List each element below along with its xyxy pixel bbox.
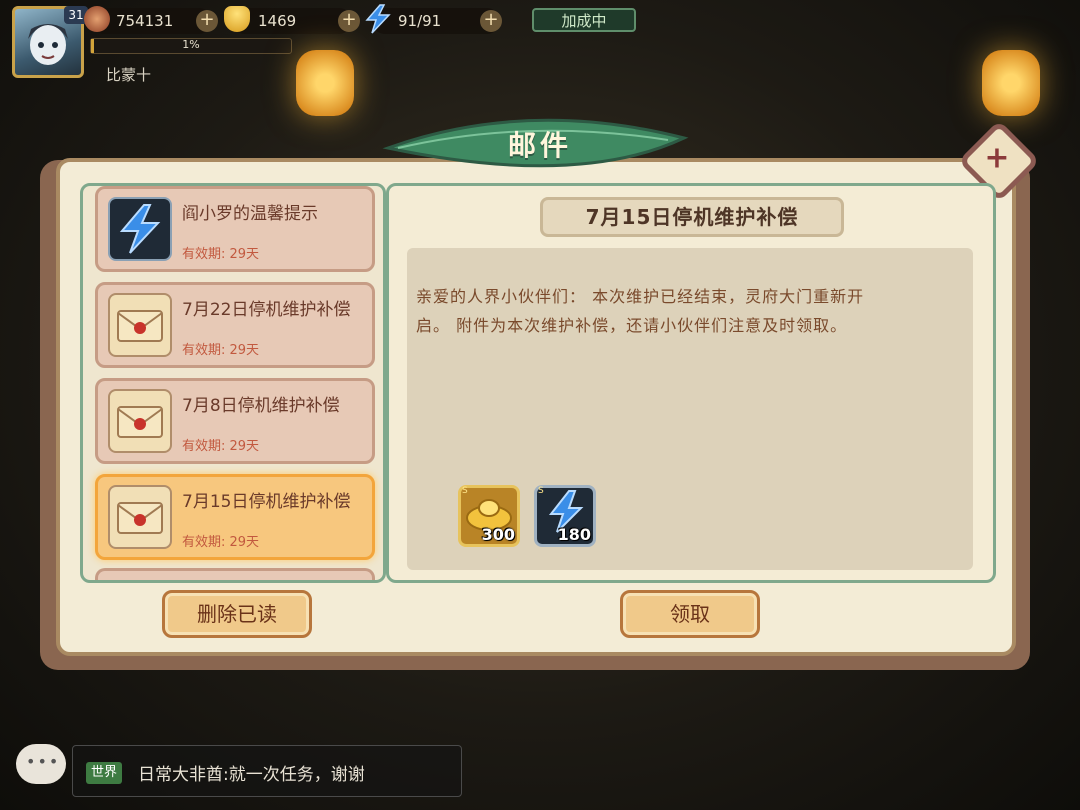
exp-bar: 1% [90,38,292,54]
mail-list-item[interactable]: 阎小罗的温馨提示 有效期: 29天 [95,186,375,272]
mail-item-title: 7月8日停机维护补偿 [182,396,340,416]
mail-subject: 7月15日停机维护补偿 [540,197,844,237]
envelope-icon [108,293,172,357]
mail-list-item[interactable]: 7月22日停机维护补偿 有效期: 29天 [95,282,375,368]
delete-read-button[interactable]: 删除已读 [162,590,312,638]
envelope-icon [108,485,172,549]
lightning-icon [365,4,391,34]
lightning-icon [108,197,172,261]
mail-body-line: 亲爱的人界小伙伴们： 本次维护已经结束，灵府大门重新开 [416,287,865,306]
attachment-tag-icon: S [462,486,468,496]
mail-list[interactable]: 阎小罗的温馨提示 有效期: 29天 7月22日停机维护补偿 有效期: 29天 7… [80,183,386,583]
mail-title: 邮件 [507,129,572,162]
mail-item-title: 7月15日停机维护补偿 [182,492,351,512]
mail-item-title: 阎小罗的温馨提示 [182,204,318,224]
attachment-count: 300 [481,525,515,544]
energy-value: 91/91 [398,12,442,30]
attachment-gold-ingot[interactable]: S 300 [458,485,520,547]
coins-value: 754131 [116,12,174,30]
gold-ingot-value: 1469 [258,12,297,30]
coins-display: 754131 [92,8,212,34]
claim-button[interactable]: 领取 [620,590,760,638]
mail-item-expiry: 有效期: 29天 [182,247,260,262]
chat-message: 日常大非酋:就一次任务，谢谢 [138,765,365,785]
envelope-icon [108,389,172,453]
mail-item-expiry: 有效期: 29天 [182,535,260,550]
add-coins-button[interactable]: + [196,10,218,32]
exp-percent: 1% [182,38,200,51]
chat-bubble-icon[interactable]: ••• [16,744,66,784]
lantern-decoration [982,50,1040,116]
mail-list-item-selected[interactable]: 7月15日停机维护补偿 有效期: 29天 [95,474,375,560]
attachment-tag-icon: S [538,486,544,496]
attachment-energy[interactable]: S 180 [534,485,596,547]
bonus-status-badge[interactable]: 加成中 [532,8,636,32]
mail-item-expiry: 有效期: 29天 [182,343,260,358]
gold-ingot-icon [224,6,250,32]
attachment-count: 180 [557,525,591,544]
mail-body-text: 亲爱的人界小伙伴们： 本次维护已经结束，灵府大门重新开 启。 附件为本次维护补偿… [416,282,968,340]
player-name: 比蒙十 [106,66,152,84]
mail-item-title: 7月22日停机维护补偿 [182,300,351,320]
mail-list-item[interactable]: 7月8日停机维护补偿 有效期: 29天 [95,378,375,464]
coin-icon [84,6,110,32]
lantern-decoration [296,50,354,116]
chat-channel-badge: 世界 [86,762,123,784]
mail-list-item[interactable] [95,568,375,580]
add-gold-button[interactable]: + [338,10,360,32]
gold-ingot-display: 1469 [232,8,352,34]
mail-item-expiry: 有效期: 29天 [182,439,260,454]
close-icon: + [984,140,1010,176]
mail-body-line: 启。 附件为本次维护补偿，还请小伙伴们注意及时领取。 [416,316,848,335]
add-energy-button[interactable]: + [480,10,502,32]
